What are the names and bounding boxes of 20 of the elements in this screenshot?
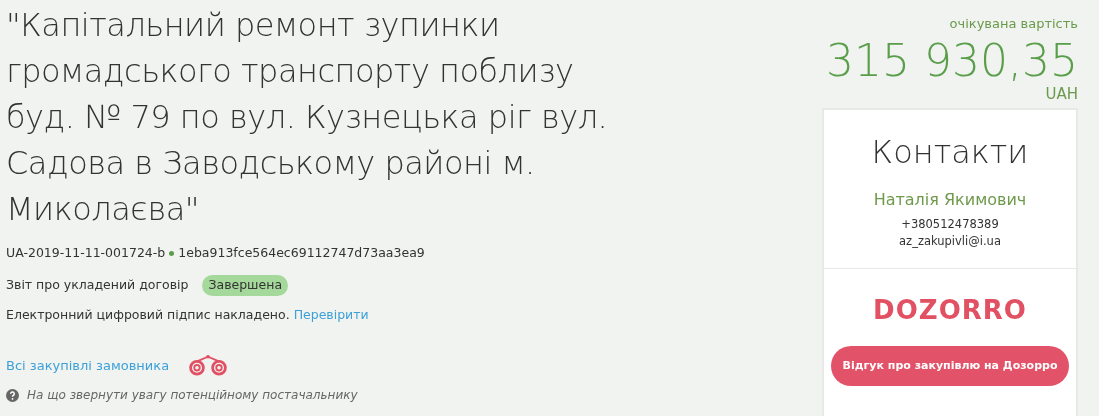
contact-email: az_zakupivli@i.ua [899, 232, 1001, 250]
verify-link[interactable]: Перевірити [293, 306, 369, 322]
signature-text: Електронний цифровий підпис накладено. Перевірити [6, 306, 369, 322]
report-label: Звіт про укладений договір [6, 275, 189, 294]
status-badge: Завершена [202, 274, 289, 296]
dozorro-logo: DOZORRO [873, 294, 1027, 327]
contacts-title: Контакти [871, 131, 1029, 173]
contact-name: Наталія Якимович [873, 188, 1027, 211]
tender-id: UA-2019-11-11-001724-b [6, 244, 166, 262]
value-label: очікувана вартість [949, 15, 1078, 33]
contact-phone: +380512478389 [901, 215, 999, 233]
hash-text: 1eba913fce564ec69112747d73aa3ea9 [178, 244, 425, 262]
help-icon [6, 388, 19, 402]
page-title: "Капітальний ремонт зупинки громадського транспорту поблизу буд. № 79 по вул. Кузнецька ріг вул. Садова в Заводському районі м. Миколаєва" [6, 5, 609, 230]
customer-purchases-link[interactable]: Всі закупівлі замовника [6, 355, 170, 375]
binoculars-icon [187, 354, 230, 377]
supplier-hint-link[interactable]: На що звернути увагу потенційному постачальнику [27, 386, 358, 405]
value-amount: 315 930,35 [826, 35, 1078, 86]
currency-label: UAH [1045, 85, 1078, 102]
dozorro-feedback-button[interactable]: Відгук про закупівлю на Дозорро [831, 346, 1069, 386]
